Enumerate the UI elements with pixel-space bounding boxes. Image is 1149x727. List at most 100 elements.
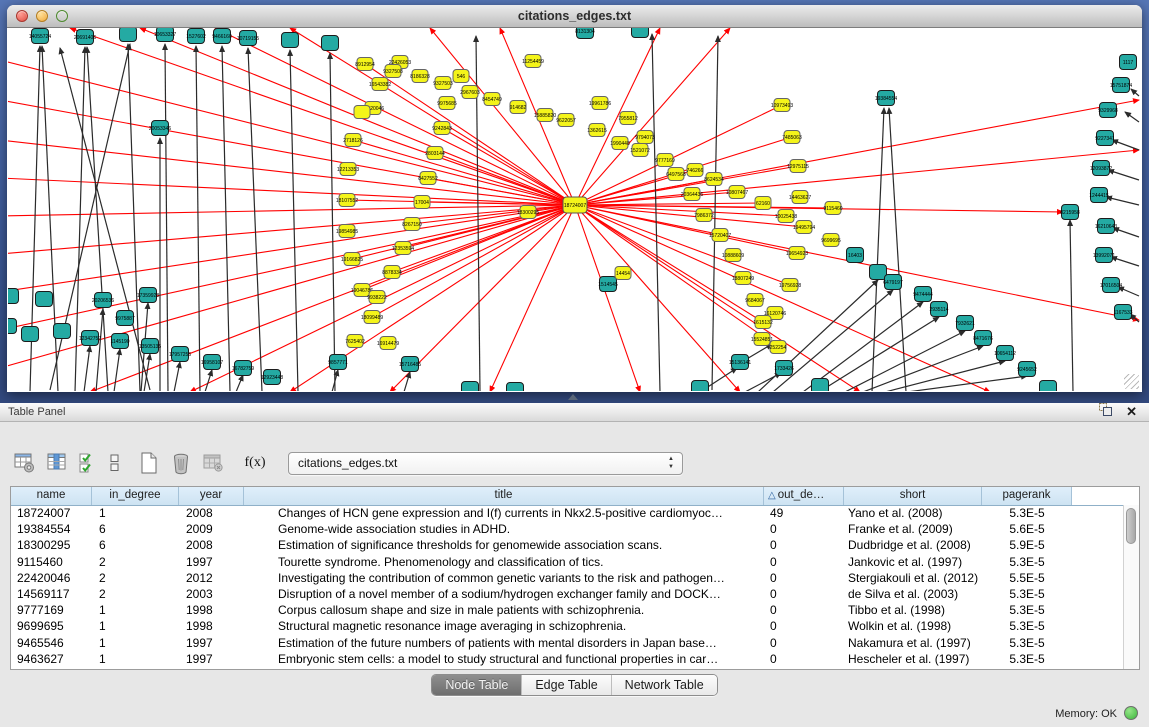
graph-node[interactable]: 16403 [847, 248, 864, 263]
graph-node[interactable] [22, 327, 39, 342]
graph-node[interactable]: 8454749 [482, 93, 502, 106]
graph-node[interactable]: 1244415 [1089, 188, 1109, 203]
table-row[interactable]: 977716911998Corpus callosum shape and si… [11, 602, 1124, 618]
float-panel-icon[interactable] [1098, 402, 1114, 422]
function-builder-icon[interactable]: f(x) [242, 450, 268, 476]
column-header-short[interactable]: short [844, 487, 982, 505]
table-panel-header[interactable]: Table Panel ✕ [0, 403, 1149, 422]
graph-node[interactable]: 15716485 [399, 357, 421, 372]
graph-node[interactable]: 9857771 [328, 355, 348, 370]
scrollbar-thumb[interactable] [1126, 508, 1136, 544]
graph-node[interactable]: 9777169 [655, 154, 675, 167]
graph-node[interactable]: 12093872 [1090, 161, 1112, 176]
graph-node[interactable]: 20691406 [74, 30, 96, 45]
graph-node[interactable]: 16543382 [369, 78, 391, 91]
graph-node[interactable]: 10654112 [994, 346, 1016, 361]
table-row[interactable]: 1872400712008Changes of HCN gene express… [11, 505, 1124, 521]
graph-node[interactable]: 14454 [615, 267, 631, 280]
graph-node[interactable]: 15720407 [709, 229, 731, 242]
graph-node[interactable]: 14463627 [789, 191, 811, 204]
zoom-window-button[interactable] [56, 10, 68, 22]
graph-node[interactable]: 1615132 [753, 316, 773, 329]
graph-node[interactable]: 9975887 [115, 311, 135, 326]
graph-node[interactable]: 19961786 [589, 97, 611, 110]
graph-node[interactable] [812, 379, 829, 392]
minimize-window-button[interactable] [36, 10, 48, 22]
graph-node[interactable]: 8471676 [973, 331, 993, 346]
tab-network-table[interactable]: Network Table [611, 675, 717, 695]
graph-node[interactable] [507, 383, 524, 392]
graph-node[interactable]: 9329968 [1098, 103, 1118, 118]
graph-node[interactable]: 2967603 [460, 86, 480, 99]
tab-node-table[interactable]: Node Table [432, 675, 521, 695]
graph-node[interactable]: 16914479 [377, 337, 399, 350]
graph-node[interactable]: 17957255 [169, 347, 191, 362]
tab-edge-table[interactable]: Edge Table [521, 675, 610, 695]
table-row[interactable]: 1830029562008Estimation of significance … [11, 537, 1124, 553]
graph-node[interactable]: 7955812 [618, 112, 638, 125]
graph-node[interactable]: 10888609 [722, 249, 744, 262]
graph-node[interactable]: 12923448 [261, 370, 283, 385]
table-vertical-scrollbar[interactable] [1123, 505, 1139, 669]
row-selection-icon[interactable] [76, 450, 102, 476]
table-row[interactable]: 969969511998Structural magnetic resonanc… [11, 618, 1124, 634]
graph-node[interactable]: 8267150 [402, 218, 422, 231]
graph-node[interactable]: 62160 [755, 197, 771, 210]
table-row[interactable]: 946554611997Estimation of the future num… [11, 635, 1124, 651]
graph-node[interactable]: 12213353 [337, 163, 359, 176]
graph-node[interactable]: 18099489 [361, 311, 383, 324]
table-mode-icon[interactable] [12, 450, 38, 476]
graph-node[interactable]: 9227341 [1095, 131, 1115, 146]
graph-node[interactable]: 8912954 [355, 58, 375, 71]
column-header-in_degree[interactable]: in_degree [92, 487, 179, 505]
graph-node[interactable]: 1362615 [587, 124, 607, 137]
graph-node[interactable] [692, 381, 709, 392]
graph-node[interactable]: 546 [453, 70, 469, 83]
window-resize-grip[interactable] [1124, 374, 1139, 389]
graph-node[interactable]: 10719155 [237, 31, 259, 46]
graph-node[interactable]: 9684067 [745, 294, 765, 307]
graph-node[interactable]: 9466160 [212, 29, 232, 44]
graph-node[interactable]: 7485063 [782, 131, 802, 144]
graph-node[interactable]: 1733426 [774, 361, 794, 376]
network-canvas[interactable]: 1405572420691406106533271527602946616010… [8, 28, 1141, 391]
graph-node[interactable]: 10973493 [771, 99, 793, 112]
graph-node[interactable]: 9938222 [367, 291, 387, 304]
column-header-name[interactable]: name [11, 487, 92, 505]
graph-node[interactable]: 16782759 [232, 361, 254, 376]
graph-node[interactable]: 1117 [1120, 55, 1137, 70]
graph-node[interactable]: 19756928 [779, 279, 801, 292]
graph-node[interactable]: 9474444 [913, 287, 933, 302]
graph-node[interactable]: 1167533 [1113, 305, 1132, 320]
column-header-out_de[interactable]: △out_de… [764, 487, 844, 505]
close-window-button[interactable] [16, 10, 28, 22]
delete-table-icon[interactable] [200, 450, 226, 476]
graph-node[interactable]: 9975685 [437, 97, 457, 110]
graph-node[interactable]: 6479197 [883, 275, 903, 290]
graph-node[interactable] [462, 382, 479, 392]
graph-node[interactable]: 20364436 [681, 188, 703, 201]
graph-node[interactable]: 17004 [414, 196, 430, 209]
graph-node[interactable]: 1527602 [186, 29, 206, 44]
graph-node[interactable]: 252254 [770, 341, 787, 354]
graph-node[interactable]: 9245652 [1017, 362, 1037, 377]
graph-node[interactable]: 8878334 [382, 266, 402, 279]
network-window-titlebar[interactable]: citations_edges.txt [7, 5, 1142, 28]
graph-node[interactable]: 2935114 [929, 302, 948, 317]
graph-node[interactable]: 14055724 [29, 29, 51, 44]
graph-node[interactable]: 17016504 [1100, 278, 1122, 293]
graph-node[interactable]: 9699695 [821, 234, 841, 247]
graph-node[interactable]: 12342757 [79, 331, 101, 346]
graph-node[interactable]: 16958107 [201, 355, 223, 370]
graph-node[interactable] [8, 289, 19, 304]
graph-node[interactable]: 2718126 [343, 134, 363, 147]
graph-node[interactable]: 9327503 [433, 77, 453, 90]
graph-node[interactable]: 7986372 [694, 209, 714, 222]
graph-node[interactable]: 17359928 [137, 288, 159, 303]
graph-node[interactable]: 914682 [510, 101, 527, 114]
graph-node[interactable]: 11254459 [522, 55, 544, 68]
graph-node[interactable]: 2803144 [425, 147, 445, 160]
graph-node[interactable]: 9242843 [432, 122, 452, 135]
graph-node[interactable]: 1514545 [598, 277, 618, 292]
graph-node[interactable]: 19384554 [875, 91, 897, 106]
